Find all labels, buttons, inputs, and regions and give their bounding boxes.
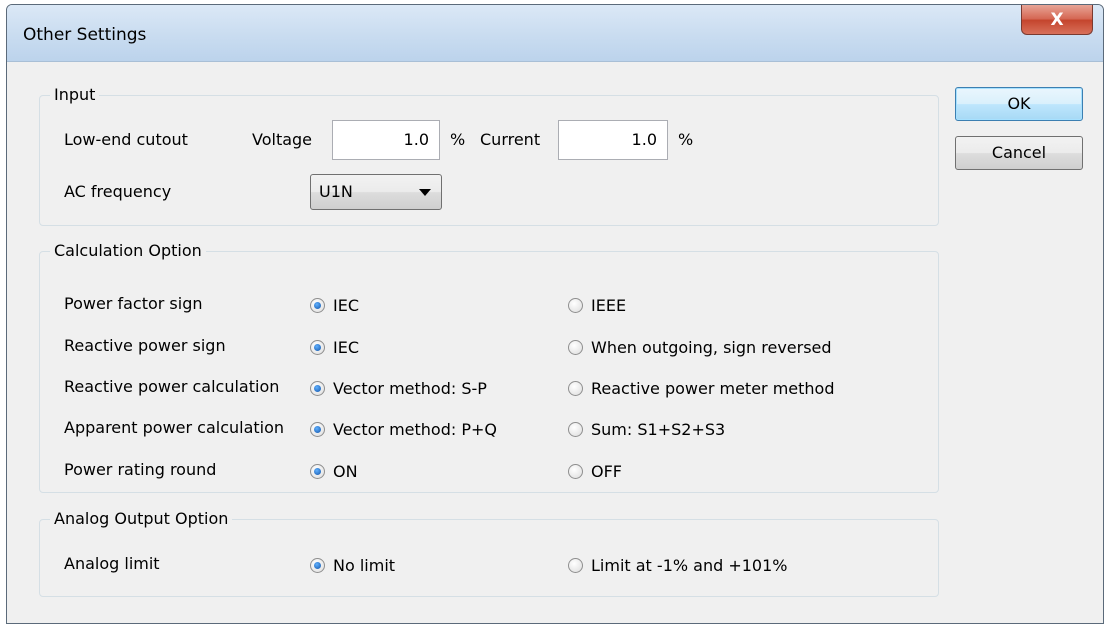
- title-bar: Other Settings X: [7, 5, 1103, 62]
- radio-unselected-icon: [568, 422, 583, 437]
- ac-frequency-select[interactable]: U1N: [310, 174, 442, 210]
- radio-selected-icon: [310, 558, 325, 573]
- calculation-group-title: Calculation Option: [50, 241, 206, 260]
- apparent-power-calculation-label: Apparent power calculation: [64, 418, 285, 437]
- apparent-power-vector-method-radio[interactable]: Vector method: P+Q: [310, 420, 497, 439]
- other-settings-dialog: Other Settings X Input Low-end cutout Vo…: [6, 4, 1104, 624]
- radio-label: IEEE: [591, 296, 627, 315]
- chevron-down-icon: [419, 189, 431, 196]
- close-icon: X: [1050, 9, 1064, 30]
- power-factor-sign-ieee-radio[interactable]: IEEE: [568, 296, 626, 315]
- current-input[interactable]: 1.0: [558, 120, 668, 160]
- radio-label: Sum: S1+S2+S3: [591, 420, 726, 439]
- power-rating-round-on-radio[interactable]: ON: [310, 462, 358, 481]
- power-rating-round-off-radio[interactable]: OFF: [568, 462, 622, 481]
- radio-selected-icon: [310, 298, 325, 313]
- radio-label: ON: [333, 462, 358, 481]
- radio-unselected-icon: [568, 464, 583, 479]
- current-unit: %: [678, 130, 694, 149]
- radio-selected-icon: [310, 464, 325, 479]
- radio-unselected-icon: [568, 298, 583, 313]
- analog-no-limit-radio[interactable]: No limit: [310, 556, 395, 575]
- voltage-unit: %: [450, 130, 466, 149]
- radio-unselected-icon: [568, 381, 583, 396]
- input-group-title: Input: [50, 85, 100, 104]
- reactive-power-calculation-label: Reactive power calculation: [64, 377, 280, 396]
- reactive-power-meter-method-radio[interactable]: Reactive power meter method: [568, 379, 835, 398]
- radio-selected-icon: [310, 381, 325, 396]
- radio-unselected-icon: [568, 558, 583, 573]
- reactive-power-sign-reversed-radio[interactable]: When outgoing, sign reversed: [568, 338, 832, 357]
- power-rating-round-label: Power rating round: [64, 460, 217, 479]
- current-label: Current: [480, 130, 541, 149]
- cancel-button[interactable]: Cancel: [955, 136, 1083, 170]
- analog-limit-radio[interactable]: Limit at -1% and +101%: [568, 556, 788, 575]
- radio-label: Vector method: S-P: [333, 379, 487, 398]
- analog-output-option-group: Analog Output Option Analog limit No lim…: [39, 509, 939, 597]
- reactive-power-sign-label: Reactive power sign: [64, 336, 226, 355]
- dialog-title: Other Settings: [23, 25, 147, 45]
- radio-label: When outgoing, sign reversed: [591, 338, 832, 357]
- power-factor-sign-label: Power factor sign: [64, 294, 203, 313]
- radio-selected-icon: [310, 422, 325, 437]
- radio-label: Vector method: P+Q: [333, 420, 497, 439]
- analog-limit-label: Analog limit: [64, 554, 160, 573]
- radio-label: Reactive power meter method: [591, 379, 835, 398]
- ac-frequency-label: AC frequency: [64, 182, 172, 201]
- reactive-power-vector-method-radio[interactable]: Vector method: S-P: [310, 379, 487, 398]
- low-end-cutout-label: Low-end cutout: [64, 130, 188, 149]
- ok-button[interactable]: OK: [955, 87, 1083, 121]
- analog-group-title: Analog Output Option: [50, 509, 233, 528]
- reactive-power-sign-iec-radio[interactable]: IEC: [310, 338, 359, 357]
- radio-selected-icon: [310, 340, 325, 355]
- ac-frequency-value: U1N: [319, 182, 353, 201]
- input-group: Input Low-end cutout Voltage 1.0 % Curre…: [39, 85, 939, 226]
- radio-label: OFF: [591, 462, 622, 481]
- radio-label: IEC: [333, 296, 359, 315]
- power-factor-sign-iec-radio[interactable]: IEC: [310, 296, 359, 315]
- voltage-input[interactable]: 1.0: [332, 120, 440, 160]
- close-button[interactable]: X: [1021, 5, 1093, 35]
- radio-label: No limit: [333, 556, 396, 575]
- voltage-label: Voltage: [252, 130, 313, 149]
- radio-unselected-icon: [568, 340, 583, 355]
- radio-label: Limit at -1% and +101%: [591, 556, 788, 575]
- dialog-body: Input Low-end cutout Voltage 1.0 % Curre…: [15, 62, 1095, 615]
- radio-label: IEC: [333, 338, 359, 357]
- calculation-option-group: Calculation Option Power factor sign IEC…: [39, 241, 939, 493]
- apparent-power-sum-radio[interactable]: Sum: S1+S2+S3: [568, 420, 725, 439]
